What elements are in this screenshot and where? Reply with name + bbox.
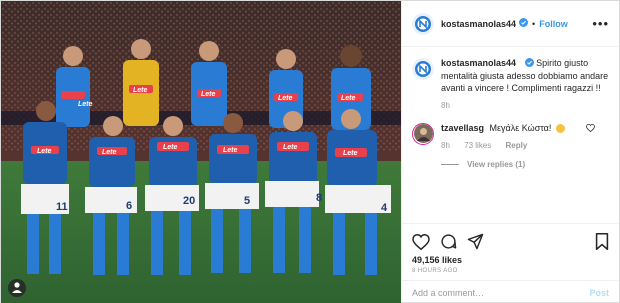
- shirt-number: 11: [56, 201, 68, 213]
- commenter-photo-icon: [413, 124, 433, 144]
- user-tags-icon[interactable]: [8, 279, 26, 297]
- caption-username[interactable]: kostasmanolas44: [441, 58, 516, 68]
- shirt-number: 4: [381, 202, 388, 214]
- shirt-number: 8: [316, 192, 322, 204]
- verified-badge-icon: [519, 18, 529, 29]
- comment-body: tzavellasg Μεγάλε Κώστα! 8h 73 likes Rep…: [441, 122, 609, 152]
- more-options-icon[interactable]: •••: [592, 16, 609, 31]
- sponsor-label: Lete: [37, 148, 52, 155]
- post-actions: [402, 223, 619, 253]
- sponsor-label: Lete: [278, 95, 293, 102]
- sponsor-label: Lete: [223, 147, 238, 154]
- instagram-post: 11 6 20 5 8 4 Lete Lete Lete Lete Lete L…: [0, 0, 620, 303]
- comments-list: kostasmanolas44 Spirito giusto mentalità…: [402, 47, 619, 223]
- post-comment-button[interactable]: Post: [589, 288, 609, 298]
- comment-like-heart-icon[interactable]: [586, 123, 595, 134]
- shirt-number: 6: [126, 200, 132, 212]
- ssc-napoli-logo-icon: [412, 12, 434, 35]
- verified-badge-icon: [524, 57, 534, 70]
- caption: kostasmanolas44 Spirito giusto mentalità…: [412, 57, 609, 112]
- share-icon[interactable]: [467, 233, 484, 250]
- caption-author-avatar[interactable]: [412, 58, 434, 80]
- post-side-panel: kostasmanolas44 • Follow ••• kostasmanol…: [401, 1, 619, 303]
- caption-time[interactable]: 8h: [441, 101, 450, 110]
- shirt-number: 5: [244, 195, 250, 207]
- post-timestamp[interactable]: 8 HOURS AGO: [402, 265, 619, 280]
- add-comment-bar: Post: [402, 280, 619, 303]
- sponsor-label: Lete: [102, 149, 117, 156]
- bookmark-icon[interactable]: [595, 233, 609, 250]
- sponsor-label: Lete: [163, 144, 178, 151]
- view-replies-label: View replies (1): [467, 159, 526, 169]
- commenter-avatar[interactable]: [412, 122, 434, 145]
- ssc-napoli-logo-icon: [412, 58, 434, 80]
- sponsor-label: Lete: [341, 95, 356, 102]
- heart-icon[interactable]: [412, 233, 430, 250]
- flexed-biceps-emoji-icon: [555, 123, 565, 133]
- author-avatar[interactable]: [412, 12, 434, 35]
- sponsor-label: Lete: [343, 150, 358, 157]
- sponsor-label: Lete: [201, 91, 216, 98]
- shirt-number: 20: [183, 195, 195, 207]
- caption-body: kostasmanolas44 Spirito giusto mentalità…: [441, 57, 609, 112]
- caption-meta: 8h: [441, 100, 609, 112]
- view-replies-line: [441, 163, 459, 165]
- add-comment-input[interactable]: [412, 287, 590, 298]
- reply-button[interactable]: Reply: [506, 141, 528, 150]
- comment-text: Μεγάλε Κώστα!: [489, 122, 552, 133]
- comment-meta: 8h 73 likes Reply: [441, 140, 609, 152]
- header-separator: •: [532, 18, 536, 29]
- author-username[interactable]: kostasmanolas44: [441, 19, 516, 29]
- like-count[interactable]: 49,156 likes: [402, 253, 619, 265]
- comment-likes[interactable]: 73 likes: [464, 141, 491, 150]
- post-header: kostasmanolas44 • Follow •••: [402, 1, 619, 47]
- sponsor-label: Lete: [78, 101, 93, 108]
- follow-button[interactable]: Follow: [539, 19, 568, 29]
- sponsor-label: Lete: [283, 144, 298, 151]
- commenter-username[interactable]: tzavellasg: [441, 123, 484, 133]
- team-photo-image: 11 6 20 5 8 4 Lete Lete Lete Lete Lete L…: [1, 1, 401, 303]
- view-replies-button[interactable]: View replies (1): [441, 160, 609, 169]
- comment-time[interactable]: 8h: [441, 141, 450, 150]
- comment-icon[interactable]: [440, 233, 457, 250]
- comment-item: tzavellasg Μεγάλε Κώστα! 8h 73 likes Rep…: [412, 122, 609, 152]
- post-photo[interactable]: 11 6 20 5 8 4 Lete Lete Lete Lete Lete L…: [1, 1, 401, 303]
- sponsor-label: Lete: [133, 87, 148, 94]
